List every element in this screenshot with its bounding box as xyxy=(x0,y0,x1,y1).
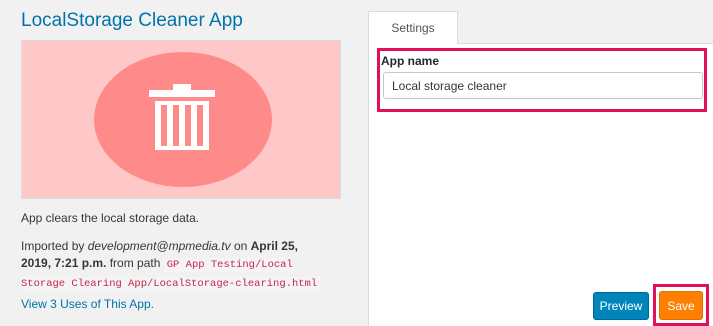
page-title: LocalStorage Cleaner App xyxy=(21,10,243,31)
tab-settings[interactable]: Settings xyxy=(368,11,458,44)
import-info: Imported by development@mpmedia.tv on Ap… xyxy=(21,238,331,293)
trash-icon xyxy=(149,84,215,150)
app-description: App clears the local storage data. xyxy=(21,211,200,225)
save-button[interactable]: Save xyxy=(659,291,703,320)
imported-prefix: Imported by xyxy=(21,239,88,253)
app-name-label: App name xyxy=(381,54,440,68)
app-thumbnail xyxy=(21,40,341,199)
app-name-input[interactable] xyxy=(383,72,703,99)
imported-on: on xyxy=(230,239,251,253)
view-uses-link[interactable]: View 3 Uses of This App. xyxy=(21,297,154,311)
imported-path-prefix: from path xyxy=(106,256,164,270)
imported-user: development@mpmedia.tv xyxy=(87,239,231,253)
preview-button[interactable]: Preview xyxy=(593,292,649,320)
